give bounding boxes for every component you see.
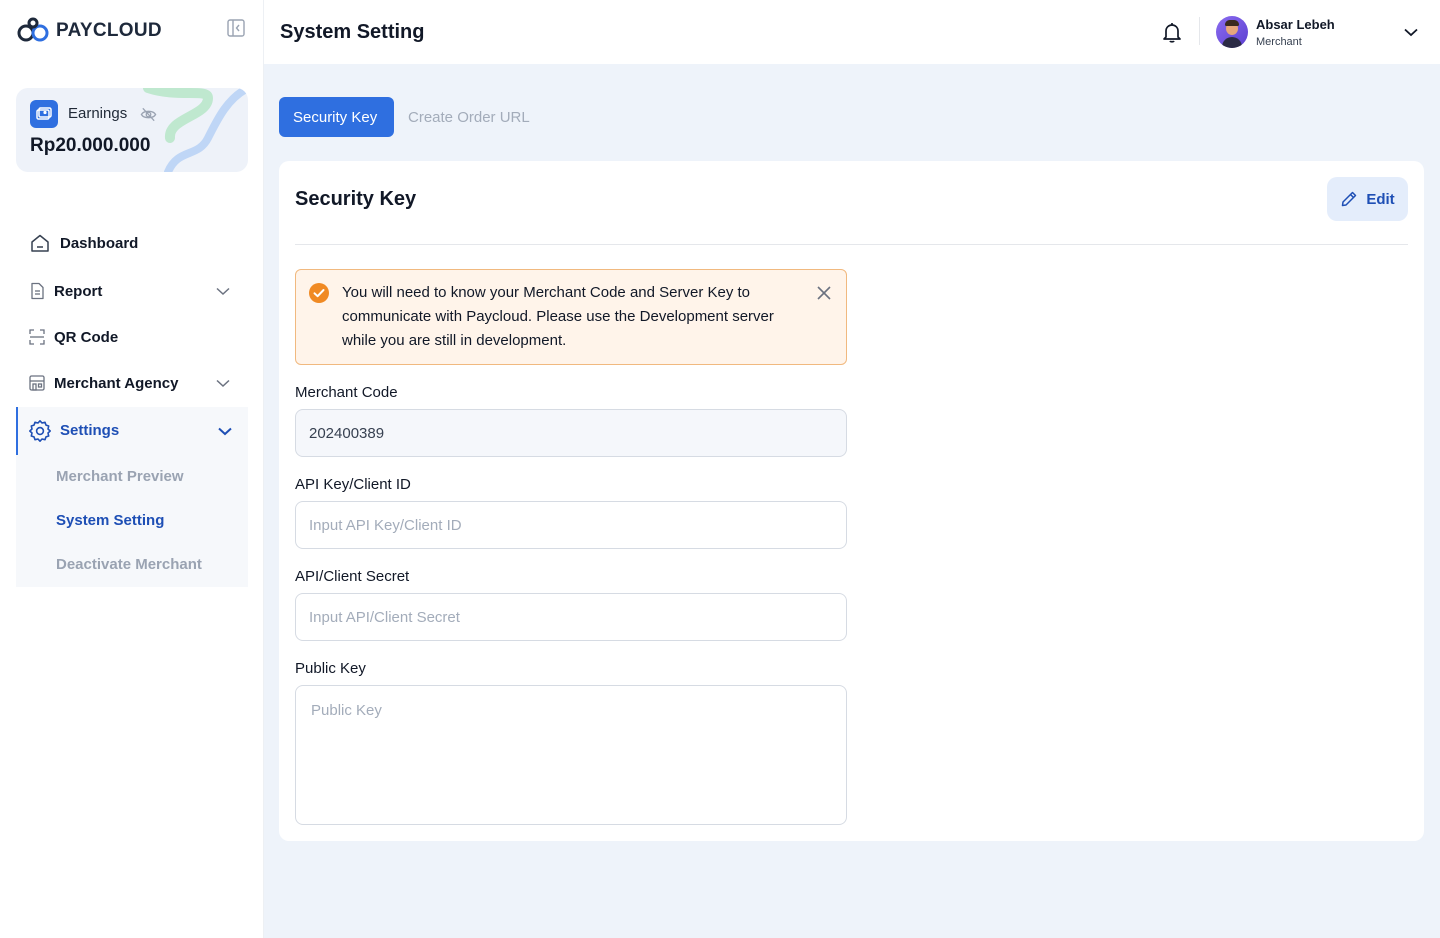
sidebar: PAYCLOUD Earnings Rp20.000.000 Dashboard… (0, 0, 264, 938)
sidebar-subitem-system-setting[interactable]: System Setting (56, 512, 164, 529)
edit-button-label: Edit (1366, 190, 1395, 208)
header-divider (1199, 17, 1200, 45)
user-role: Merchant (1256, 36, 1302, 48)
api-key-input[interactable] (295, 501, 847, 549)
avatar[interactable] (1216, 16, 1248, 48)
merchant-code-label: Merchant Code (295, 384, 398, 401)
public-key-textarea[interactable] (295, 685, 847, 825)
public-key-label: Public Key (295, 660, 366, 677)
tab-create-order-url[interactable]: Create Order URL (394, 97, 544, 137)
sidebar-item-label: Merchant Agency (54, 374, 179, 392)
sidebar-item-label: Settings (60, 422, 120, 439)
qr-scan-icon (29, 329, 45, 345)
brand-logo[interactable]: PAYCLOUD (16, 16, 162, 46)
edit-button[interactable]: Edit (1327, 177, 1408, 221)
user-name: Absar Lebeh (1256, 17, 1335, 32)
home-icon (31, 234, 49, 252)
sidebar-item-label: QR Code (54, 328, 119, 346)
brand-name: PAYCLOUD (56, 20, 162, 41)
sidebar-collapse-icon[interactable] (227, 19, 245, 37)
decorative-wave (143, 88, 248, 172)
close-icon[interactable] (816, 285, 832, 301)
api-key-label: API Key/Client ID (295, 476, 411, 493)
sidebar-item-label: Report (54, 282, 103, 300)
chevron-down-icon[interactable] (216, 422, 234, 440)
sidebar-item-settings[interactable]: Settings (16, 407, 248, 455)
card-title: Security Key (295, 188, 417, 210)
card-divider (295, 244, 1408, 245)
api-secret-label: API/Client Secret (295, 568, 410, 585)
wallet-icon (30, 100, 58, 128)
top-header: System Setting Absar Lebeh Merchant (264, 0, 1440, 64)
sidebar-item-report[interactable]: Report (16, 271, 248, 311)
info-alert: You will need to know your Merchant Code… (295, 269, 847, 365)
eye-off-icon[interactable] (140, 106, 157, 123)
page-title: System Setting (280, 21, 425, 43)
chevron-down-icon[interactable] (214, 374, 232, 392)
paycloud-logo-icon (17, 17, 49, 42)
document-icon (31, 282, 44, 300)
sidebar-item-qr-code[interactable]: QR Code (16, 317, 248, 357)
building-icon (29, 375, 45, 391)
sidebar-item-dashboard[interactable]: Dashboard (16, 223, 248, 263)
merchant-code-input[interactable] (295, 409, 847, 457)
bell-icon[interactable] (1161, 21, 1183, 43)
sidebar-item-label: Dashboard (60, 234, 139, 252)
sidebar-subitem-merchant-preview[interactable]: Merchant Preview (56, 468, 184, 485)
sidebar-subitem-deactivate-merchant[interactable]: Deactivate Merchant (56, 556, 202, 573)
earnings-label: Earnings (68, 105, 128, 122)
alert-message: You will need to know your Merchant Code… (342, 284, 774, 349)
tab-security-key[interactable]: Security Key (279, 97, 394, 137)
security-key-card: Security Key Edit You will need to know … (279, 161, 1424, 841)
earnings-card: Earnings Rp20.000.000 (16, 88, 248, 172)
chevron-down-icon[interactable] (1402, 23, 1420, 41)
sidebar-item-merchant-agency[interactable]: Merchant Agency (16, 363, 248, 403)
chevron-down-icon[interactable] (214, 282, 232, 300)
pencil-icon (1342, 191, 1357, 207)
check-circle-icon (309, 283, 329, 303)
gear-icon (29, 420, 51, 442)
earnings-value: Rp20.000.000 (30, 135, 151, 156)
settings-group: Settings Merchant Preview System Setting… (16, 407, 248, 587)
api-secret-input[interactable] (295, 593, 847, 641)
